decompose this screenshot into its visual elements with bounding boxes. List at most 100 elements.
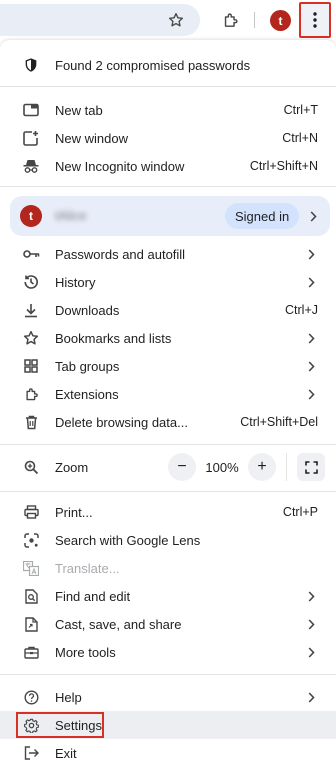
browser-toolbar: t (0, 0, 336, 40)
menu-item-downloads[interactable]: Downloads Ctrl+J (0, 296, 336, 324)
zoom-out-button[interactable]: − (168, 453, 196, 481)
menu-item-label: History (55, 274, 96, 290)
menu-item-delete-browsing-data[interactable]: Delete browsing data... Ctrl+Shift+Del (0, 408, 336, 436)
menu-divider (0, 186, 336, 187)
chevron-right-icon (306, 590, 316, 602)
menu-item-cast-save-and-share[interactable]: Cast, save, and share (0, 610, 336, 638)
chevron-right-icon (306, 248, 316, 260)
chevron-right-icon (306, 646, 316, 658)
toolbar-separator (254, 12, 255, 28)
menu-item-label: Find and edit (55, 588, 131, 604)
chevron-right-icon (308, 210, 318, 222)
star-icon (22, 329, 40, 347)
menu-item-passwords-and-autofill[interactable]: Passwords and autofill (0, 240, 336, 268)
menu-item-new-tab[interactable]: New tab Ctrl+T (0, 96, 336, 124)
menu-item-help[interactable]: Help (0, 683, 336, 711)
menu-item-label: Help (55, 689, 82, 705)
shield-icon (22, 56, 40, 74)
extensions-button[interactable] (215, 5, 245, 35)
chevron-right-icon (306, 360, 316, 372)
menu-divider (0, 86, 336, 87)
menu-item-shortcut: Ctrl+P (282, 505, 318, 519)
three-dots-vertical-icon (313, 12, 317, 28)
chevron-right-icon (306, 276, 316, 288)
menu-item-label: Bookmarks and lists (55, 330, 172, 346)
profile-name: tAlice (55, 208, 87, 223)
menu-item-settings[interactable]: Settings (0, 711, 336, 739)
menu-item-new-window[interactable]: New window Ctrl+N (0, 124, 336, 152)
translate-icon (22, 559, 40, 577)
star-outline-icon (168, 12, 184, 28)
menu-item-shortcut: Ctrl+Shift+Del (240, 415, 318, 429)
menu-item-bookmarks-and-lists[interactable]: Bookmarks and lists (0, 324, 336, 352)
puzzle-icon (22, 385, 40, 403)
chevron-right-icon (306, 618, 316, 630)
exit-icon (22, 744, 40, 762)
menu-divider (0, 491, 336, 492)
menu-item-shortcut: Ctrl+Shift+N (249, 159, 318, 173)
menu-item-print[interactable]: Print... Ctrl+P (0, 498, 336, 526)
menu-item-label: Zoom (55, 459, 89, 475)
menu-item-label: More tools (55, 644, 116, 660)
zoom-icon (22, 458, 40, 476)
download-icon (22, 301, 40, 319)
menu-item-shortcut: Ctrl+J (285, 303, 318, 317)
chrome-app-menu: Found 2 compromised passwords New tab Ct… (0, 40, 336, 766)
menu-item-label: Passwords and autofill (55, 246, 186, 262)
menu-item-compromised-passwords[interactable]: Found 2 compromised passwords (0, 51, 336, 79)
new-window-icon (22, 129, 40, 147)
menu-item-label: Downloads (55, 302, 120, 318)
toolbox-icon (22, 643, 40, 661)
profile-row[interactable]: t tAlice Signed in (10, 196, 330, 236)
menu-item-translate[interactable]: Translate... (0, 554, 336, 582)
menu-item-exit[interactable]: Exit (0, 739, 336, 766)
menu-item-label: Extensions (55, 386, 119, 402)
zoom-in-button[interactable]: + (248, 453, 276, 481)
menu-item-more-tools[interactable]: More tools (0, 638, 336, 666)
find-icon (22, 587, 40, 605)
menu-item-tab-groups[interactable]: Tab groups (0, 352, 336, 380)
menu-item-new-incognito-window[interactable]: New Incognito window Ctrl+Shift+N (0, 152, 336, 180)
history-icon (22, 273, 40, 291)
menu-item-shortcut: Ctrl+T (283, 103, 318, 117)
chevron-right-icon (306, 388, 316, 400)
menu-item-extensions[interactable]: Extensions (0, 380, 336, 408)
menu-item-label: Found 2 compromised passwords (55, 57, 251, 73)
zoom-level: 100% (205, 459, 239, 475)
menu-item-label: Delete browsing data... (55, 414, 188, 430)
lens-icon (22, 531, 40, 549)
new-tab-icon (22, 101, 40, 119)
menu-item-zoom: Zoom − 100% + (0, 453, 336, 481)
menu-item-label: New window (55, 130, 128, 146)
printer-icon (22, 503, 40, 521)
menu-item-search-with-google-lens[interactable]: Search with Google Lens (0, 526, 336, 554)
fullscreen-button[interactable] (297, 453, 325, 481)
chrome-window: t Found 2 compromised passwords New tab … (0, 0, 336, 766)
chrome-menu-button[interactable] (299, 2, 331, 38)
profile-avatar-button[interactable]: t (270, 10, 291, 31)
menu-item-shortcut: Ctrl+N (282, 131, 318, 145)
menu-item-label: Exit (55, 745, 77, 761)
settings-highlight-box (16, 712, 104, 738)
menu-item-label: New Incognito window (55, 158, 185, 174)
fullscreen-icon (304, 460, 318, 474)
menu-item-history[interactable]: History (0, 268, 336, 296)
trash-icon (22, 413, 40, 431)
cast-icon (22, 615, 40, 633)
avatar: t (20, 205, 42, 227)
signed-in-badge: Signed in (225, 203, 300, 229)
menu-item-find-and-edit[interactable]: Find and edit (0, 582, 336, 610)
puzzle-icon (222, 12, 239, 29)
menu-item-label: New tab (55, 102, 103, 118)
bookmark-star-button[interactable] (161, 5, 191, 35)
chevron-right-icon (306, 332, 316, 344)
help-icon (22, 688, 40, 706)
incognito-icon (22, 157, 40, 175)
menu-item-label: Translate... (55, 560, 120, 576)
key-icon (22, 245, 40, 263)
menu-divider (0, 674, 336, 675)
grid-icon (22, 357, 40, 375)
menu-divider (0, 444, 336, 445)
menu-item-label: Print... (55, 504, 93, 520)
menu-item-label: Search with Google Lens (55, 532, 201, 548)
